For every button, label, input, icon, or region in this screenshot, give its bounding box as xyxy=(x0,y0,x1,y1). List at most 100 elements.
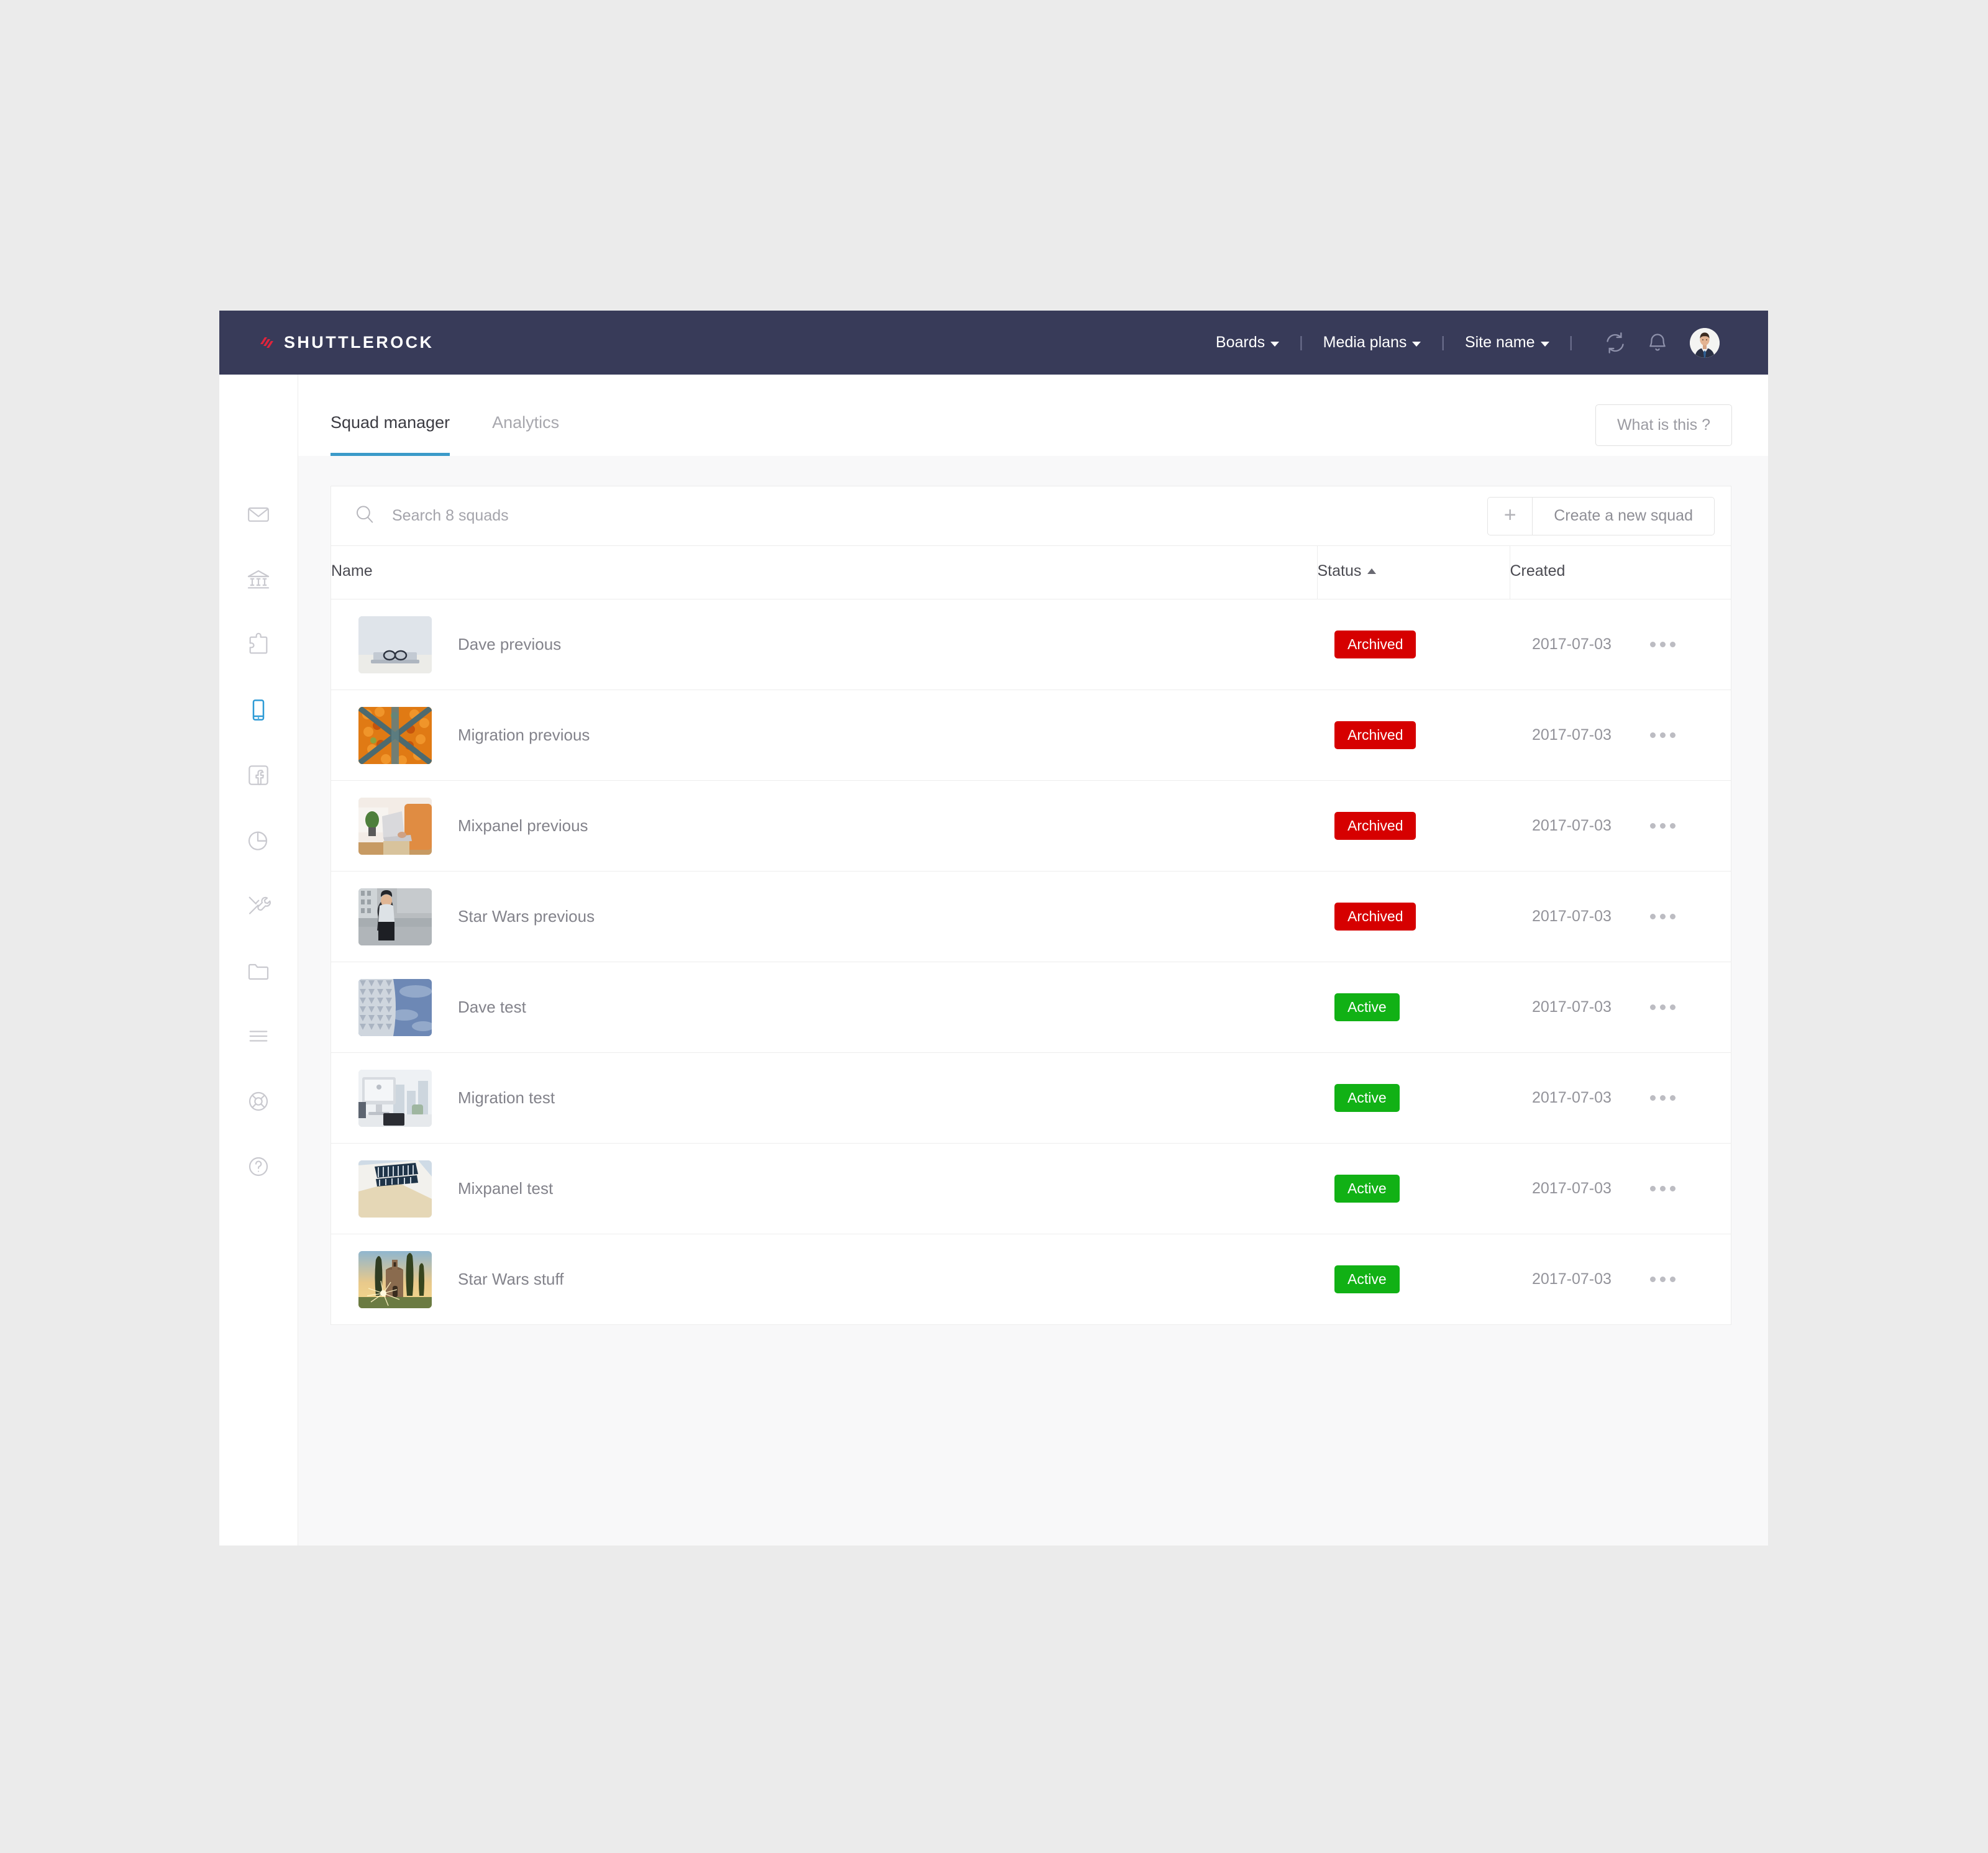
pie-chart-icon xyxy=(246,828,271,853)
column-header-name[interactable]: Name xyxy=(331,546,1317,599)
status-badge: Archived xyxy=(1334,631,1416,658)
status-badge: Archived xyxy=(1334,721,1416,749)
status-badge: Active xyxy=(1334,1084,1400,1112)
avatar[interactable] xyxy=(1690,327,1720,358)
tab-squad-manager[interactable]: Squad manager xyxy=(331,375,450,456)
sidebar-item-mail[interactable] xyxy=(219,481,298,547)
table-row[interactable]: Dave previous Archived 2017-07-03 xyxy=(331,599,1731,690)
column-header-status[interactable]: Status xyxy=(1316,546,1510,599)
sidebar-item-bank[interactable] xyxy=(219,547,298,612)
refresh-icon[interactable] xyxy=(1599,327,1631,359)
search-input[interactable] xyxy=(392,507,1488,525)
lifering-icon xyxy=(246,1089,271,1114)
row-menu-icon[interactable] xyxy=(1650,913,1676,919)
what-is-this-button[interactable]: What is this ? xyxy=(1595,404,1732,446)
table-row[interactable]: Mixpanel previous Archived 2017-07-03 xyxy=(331,780,1731,872)
row-menu-icon[interactable] xyxy=(1650,1004,1676,1010)
squad-name: Dave previous xyxy=(458,635,562,653)
cell-created: 2017-07-03 xyxy=(1510,1052,1620,1144)
table-row[interactable]: Star Wars previous Archived 2017-07-03 xyxy=(331,871,1731,962)
nav-separator: | xyxy=(1299,334,1303,351)
squad-thumbnail xyxy=(358,797,432,855)
status-badge: Archived xyxy=(1334,903,1416,931)
status-badge: Active xyxy=(1334,993,1400,1021)
brand-name: SHUTTLEROCK xyxy=(284,333,434,352)
cell-name: Dave test xyxy=(331,962,1317,1053)
row-menu-icon[interactable] xyxy=(1650,1276,1676,1282)
cell-created: 2017-07-03 xyxy=(1510,871,1620,962)
nav-media-plans[interactable]: Media plans xyxy=(1320,334,1425,352)
row-menu-icon[interactable] xyxy=(1650,1095,1676,1101)
squad-thumbnail xyxy=(358,1160,432,1218)
cell-name: Mixpanel test xyxy=(331,1143,1317,1234)
squad-thumbnail xyxy=(358,888,432,945)
content-column: Squad manager Analytics What is this ? S… xyxy=(298,375,1768,1546)
squad-name: Star Wars previous xyxy=(458,907,595,926)
row-menu-icon[interactable] xyxy=(1650,1185,1676,1191)
shuttlerock-logo-icon xyxy=(257,334,275,352)
column-header-created[interactable]: Created xyxy=(1509,546,1731,599)
squad-thumbnail xyxy=(358,1069,432,1127)
tab-list: Squad manager Analytics xyxy=(331,375,601,456)
sidebar-item-tools[interactable] xyxy=(219,873,298,938)
squad-thumbnail xyxy=(358,706,432,764)
facebook-icon xyxy=(246,763,271,788)
sidebar-item-folder[interactable] xyxy=(219,938,298,1003)
sidebar-item-support[interactable] xyxy=(219,1068,298,1134)
cell-name: Dave previous xyxy=(331,599,1317,690)
sidebar-item-facebook[interactable] xyxy=(219,742,298,808)
brand-logo[interactable]: SHUTTLEROCK xyxy=(257,333,434,352)
cell-actions xyxy=(1620,1052,1731,1144)
create-new-squad-button[interactable]: + Create a new squad xyxy=(1487,496,1715,535)
cell-actions xyxy=(1620,1234,1731,1325)
table-row[interactable]: Migration test Active 2017-07-03 xyxy=(331,1052,1731,1144)
sidebar-item-puzzle[interactable] xyxy=(219,612,298,677)
cell-actions xyxy=(1620,962,1731,1053)
table-row[interactable]: Dave test Active 2017-07-03 xyxy=(331,962,1731,1053)
column-header-status-label: Status xyxy=(1317,562,1362,580)
sidebar-item-mobile[interactable] xyxy=(219,677,298,742)
cell-actions xyxy=(1620,871,1731,962)
row-menu-icon[interactable] xyxy=(1650,732,1676,738)
sidebar-item-help[interactable] xyxy=(219,1134,298,1199)
nav-boards[interactable]: Boards xyxy=(1212,334,1283,352)
cell-actions xyxy=(1620,690,1731,781)
nav-site-name[interactable]: Site name xyxy=(1461,334,1553,352)
search-container xyxy=(331,486,1488,545)
sidebar-item-analytics[interactable] xyxy=(219,808,298,873)
squad-name: Mixpanel test xyxy=(458,1179,554,1198)
app-body: Squad manager Analytics What is this ? S… xyxy=(219,375,1768,1546)
cell-status: Active xyxy=(1317,1234,1510,1325)
table-row[interactable]: Mixpanel test Active 2017-07-03 xyxy=(331,1143,1731,1234)
cell-status: Active xyxy=(1317,1052,1510,1144)
cell-actions xyxy=(1620,599,1731,690)
plus-icon: + xyxy=(1488,497,1533,535)
cell-created: 2017-07-03 xyxy=(1510,690,1620,781)
nav-boards-label: Boards xyxy=(1215,334,1265,351)
cell-status: Active xyxy=(1317,1143,1510,1234)
sidebar-item-list[interactable] xyxy=(219,1003,298,1068)
nav-site-name-label: Site name xyxy=(1464,334,1535,351)
cell-name: Star Wars previous xyxy=(331,871,1317,962)
nav-media-plans-label: Media plans xyxy=(1323,334,1407,351)
bell-icon[interactable] xyxy=(1641,327,1674,359)
tab-analytics[interactable]: Analytics xyxy=(492,375,559,456)
table-row[interactable]: Migration previous Archived 2017-07-03 xyxy=(331,690,1731,781)
row-menu-icon[interactable] xyxy=(1650,822,1676,829)
cell-status: Archived xyxy=(1317,599,1510,690)
top-nav-right: Boards | Media plans | Site name | xyxy=(1212,327,1720,359)
table-row[interactable]: Star Wars stuff Active 2017-07-03 xyxy=(331,1234,1731,1325)
row-menu-icon[interactable] xyxy=(1650,641,1676,647)
list-icon xyxy=(246,1024,271,1049)
main-content: + Create a new squad Name xyxy=(298,456,1768,1546)
cell-name: Migration test xyxy=(331,1052,1317,1144)
squad-name: Migration test xyxy=(458,1088,555,1107)
cell-created: 2017-07-03 xyxy=(1510,599,1620,690)
create-container: + Create a new squad xyxy=(1487,486,1731,545)
folder-icon xyxy=(246,958,271,983)
search-icon xyxy=(353,503,376,529)
left-sidebar xyxy=(219,375,298,1546)
help-icon xyxy=(246,1154,271,1179)
mobile-icon xyxy=(246,698,271,722)
cell-created: 2017-07-03 xyxy=(1510,780,1620,872)
